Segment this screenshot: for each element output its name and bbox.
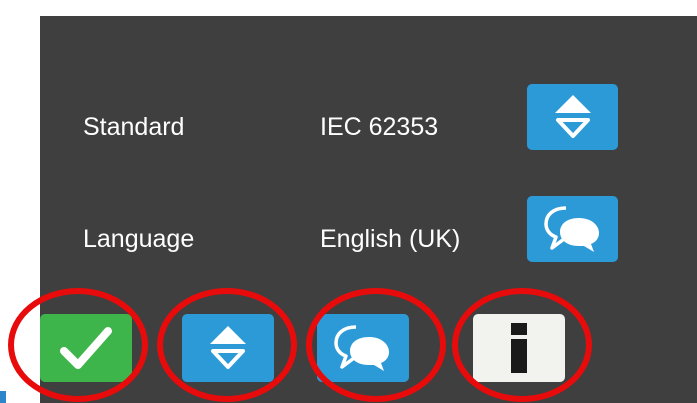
language-select-button[interactable] <box>527 196 618 262</box>
speech-bubbles-icon <box>543 206 599 252</box>
standard-label: Standard <box>83 113 185 141</box>
up-down-arrows-icon <box>554 95 591 138</box>
confirm-button[interactable] <box>40 314 132 382</box>
language-label: Language <box>83 225 195 253</box>
up-down-arrows-icon <box>210 326 246 369</box>
info-button[interactable] <box>473 314 565 382</box>
info-icon <box>511 323 527 373</box>
language-value: English (UK) <box>320 225 461 253</box>
corner-marker <box>0 391 6 403</box>
toolbar-select-button[interactable] <box>182 314 274 382</box>
toolbar-language-button[interactable] <box>317 314 409 382</box>
checkmark-icon <box>60 327 112 369</box>
speech-bubbles-icon <box>334 325 389 371</box>
standard-value: IEC 62353 <box>320 113 439 141</box>
standard-select-button[interactable] <box>527 84 618 150</box>
